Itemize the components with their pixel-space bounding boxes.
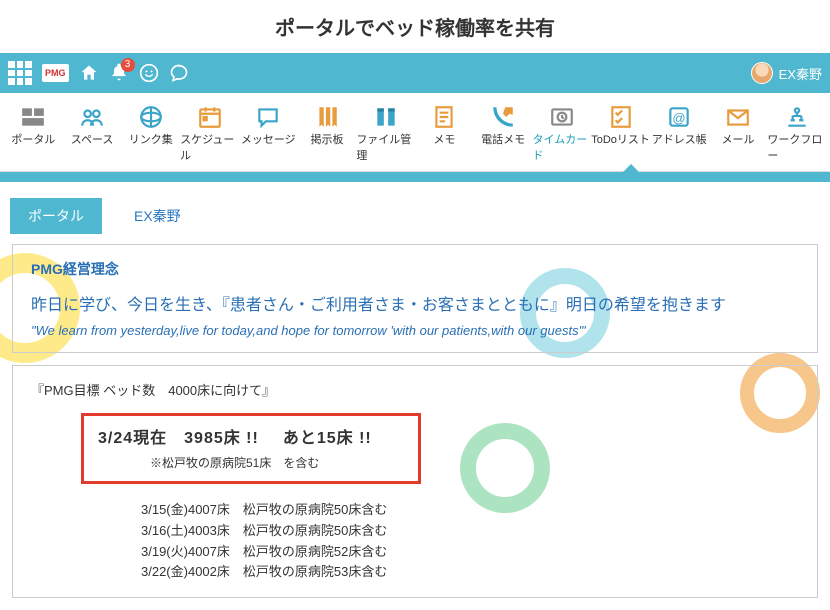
philosophy-panel: PMG経営理念 昨日に学び、今日を生き、『患者さん・ご利用者さま・お客さまととも… bbox=[12, 244, 818, 353]
nav-label: メモ bbox=[433, 131, 455, 147]
nav-label: リンク集 bbox=[129, 131, 173, 147]
nav-icon bbox=[486, 103, 520, 131]
main-nav: ポータルスペースリンク集スケジュールメッセージ掲示板ファイル管理 メモ 電話メモタイ… bbox=[0, 93, 830, 172]
apps-icon[interactable] bbox=[8, 61, 32, 85]
nav-icon bbox=[604, 103, 638, 131]
nav-icon: @ bbox=[662, 103, 696, 131]
nav-icon bbox=[251, 103, 285, 131]
bed-goal-panel: 『PMG目標 ベッド数 4000床に向けて』 3/24現在 3985床 !!あと… bbox=[12, 365, 818, 598]
nav-label: ワークフロー bbox=[767, 131, 826, 163]
chat-icon[interactable] bbox=[169, 63, 189, 83]
nav-icon bbox=[16, 103, 50, 131]
nav-item-7[interactable]: メモ bbox=[415, 99, 474, 171]
philosophy-title: PMG経営理念 bbox=[31, 259, 799, 279]
smile-icon[interactable] bbox=[139, 63, 159, 83]
avatar[interactable] bbox=[751, 62, 773, 84]
nav-icon bbox=[369, 103, 403, 131]
user-name[interactable]: EX秦野 bbox=[779, 64, 822, 83]
nav-item-9[interactable]: タイムカード bbox=[532, 99, 591, 171]
goal-highlight-box: 3/24現在 3985床 !!あと15床 !! ※松戸牧の原病院51床 を含む bbox=[81, 413, 421, 484]
goal-history: 3/15(金)4007床 松戸牧の原病院50床含む3/16(土)4003床 松戸… bbox=[141, 500, 799, 583]
nav-label: 掲示板 bbox=[310, 131, 343, 147]
nav-label: メッセージ bbox=[241, 131, 296, 147]
nav-icon bbox=[427, 103, 461, 131]
topbar: PMG 3 EX秦野 bbox=[0, 53, 830, 93]
history-row: 3/19(火)4007床 松戸牧の原病院52床含む bbox=[141, 542, 799, 563]
nav-icon bbox=[75, 103, 109, 131]
nav-label: スケジュール bbox=[180, 131, 239, 163]
tab-0[interactable]: ポータル bbox=[10, 198, 102, 234]
nav-indicator-bar bbox=[0, 172, 830, 182]
page-title: ポータルでベッド稼働率を共有 bbox=[0, 0, 830, 53]
philosophy-text-en: "We learn from yesterday,live for today,… bbox=[31, 323, 799, 338]
nav-label: スペース bbox=[71, 131, 114, 147]
nav-label: タイムカード bbox=[532, 131, 591, 163]
nav-item-5[interactable]: 掲示板 bbox=[298, 99, 357, 171]
portal-tabs: ポータル EX秦野 bbox=[0, 182, 830, 234]
nav-label: アドレス帳 bbox=[652, 131, 707, 147]
notification-count: 3 bbox=[121, 58, 135, 72]
nav-icon bbox=[193, 103, 227, 131]
nav-item-2[interactable]: リンク集 bbox=[121, 99, 180, 171]
nav-item-6[interactable]: ファイル管理 bbox=[356, 99, 415, 171]
nav-icon bbox=[780, 103, 814, 131]
svg-text:@: @ bbox=[673, 110, 686, 125]
notifications-button[interactable]: 3 bbox=[109, 62, 129, 85]
history-row: 3/22(金)4002床 松戸牧の原病院53床含む bbox=[141, 562, 799, 583]
nav-item-11[interactable]: @ アドレス帳 bbox=[650, 99, 709, 171]
history-row: 3/16(土)4003床 松戸牧の原病院50床含む bbox=[141, 521, 799, 542]
history-row: 3/15(金)4007床 松戸牧の原病院50床含む bbox=[141, 500, 799, 521]
nav-icon bbox=[134, 103, 168, 131]
nav-label: ファイル管理 bbox=[356, 131, 415, 163]
goal-current: 3/24現在 3985床 !!あと15床 !! bbox=[98, 424, 404, 448]
nav-item-13[interactable]: ワークフロー bbox=[767, 99, 826, 171]
nav-label: ポータル bbox=[11, 131, 55, 147]
nav-icon bbox=[721, 103, 755, 131]
nav-icon bbox=[545, 103, 579, 131]
pmg-logo[interactable]: PMG bbox=[42, 64, 69, 82]
nav-label: 電話メモ bbox=[481, 131, 525, 147]
nav-item-12[interactable]: メール bbox=[709, 99, 768, 171]
goal-title: 『PMG目標 ベッド数 4000床に向けて』 bbox=[31, 380, 799, 399]
tab-1[interactable]: EX秦野 bbox=[116, 198, 199, 234]
goal-note: ※松戸牧の原病院51床 を含む bbox=[150, 454, 404, 471]
nav-item-10[interactable]: ToDoリスト bbox=[591, 99, 650, 171]
home-icon[interactable] bbox=[79, 63, 99, 83]
nav-item-3[interactable]: スケジュール bbox=[180, 99, 239, 171]
nav-item-8[interactable]: 電話メモ bbox=[474, 99, 533, 171]
nav-label: ToDoリスト bbox=[591, 131, 650, 147]
nav-item-4[interactable]: メッセージ bbox=[239, 99, 298, 171]
nav-icon bbox=[310, 103, 344, 131]
philosophy-text-ja: 昨日に学び、今日を生き、『患者さん・ご利用者さま・お客さまとともに』明日の希望を… bbox=[31, 291, 799, 315]
nav-item-1[interactable]: スペース bbox=[63, 99, 122, 171]
nav-label: メール bbox=[721, 131, 754, 147]
nav-item-0[interactable]: ポータル bbox=[4, 99, 63, 171]
